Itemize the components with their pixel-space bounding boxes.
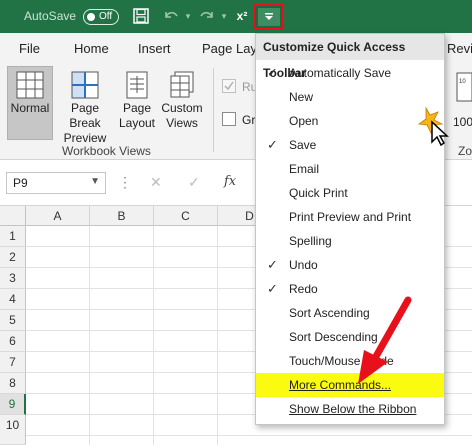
zoom-100-icon[interactable]: 10 (453, 71, 472, 111)
menu-item-automatically-save[interactable]: ✓ Automatically Save (256, 61, 444, 85)
checkmark-icon: ✓ (267, 137, 278, 152)
grid-line (217, 226, 218, 445)
menu-item-show-below-ribbon[interactable]: Show Below the Ribbon (256, 397, 444, 421)
select-all-corner[interactable] (0, 206, 26, 226)
redo-dropdown-icon[interactable]: ▾ (218, 6, 230, 26)
checkmark-icon: ✓ (267, 281, 278, 296)
page-break-preview-button[interactable]: Page Break Preview (55, 66, 115, 146)
row-header-active[interactable]: 9 (0, 394, 26, 415)
row-header[interactable]: 3 (0, 268, 26, 289)
undo-icon[interactable] (160, 6, 182, 26)
grid-line (153, 226, 154, 445)
menu-item-email[interactable]: Email (256, 157, 444, 181)
custom-views-button[interactable]: Custom Views (158, 66, 206, 131)
column-header[interactable]: A (26, 206, 90, 226)
undo-dropdown-icon[interactable]: ▾ (182, 6, 194, 26)
zoom-group-label: Zo (458, 144, 472, 158)
menu-item-label: Print Preview and Print (289, 210, 412, 224)
page-break-label-1: Page Break (69, 101, 101, 130)
menu-item-quick-print[interactable]: Quick Print (256, 181, 444, 205)
normal-view-icon (16, 71, 44, 99)
redo-icon[interactable] (196, 6, 218, 26)
menu-item-label: Undo (289, 258, 318, 272)
column-header[interactable]: B (90, 206, 154, 226)
ribbon-separator (213, 68, 214, 152)
row-header[interactable]: 5 (0, 310, 26, 331)
menu-item-label: Open (289, 114, 319, 128)
row-header[interactable]: 10 (0, 415, 26, 445)
gridlines-checkbox-label: Gr (242, 113, 256, 127)
page-break-label-2: Preview (63, 131, 107, 145)
menu-item-undo[interactable]: ✓ Undo (256, 253, 444, 277)
insert-function-button[interactable]: fx (224, 174, 236, 189)
page-layout-label-2: Layout (118, 116, 156, 130)
menu-item-label: New (289, 90, 314, 104)
name-box-dropdown-icon[interactable]: ▼ (90, 176, 100, 187)
menu-item-label: Show Below the Ribbon (289, 402, 417, 416)
superscript-button[interactable]: x² (233, 6, 251, 26)
svg-text:10: 10 (459, 79, 466, 85)
autosave-state: Off (99, 11, 113, 22)
menu-item-label: Quick Print (289, 186, 348, 200)
custom-views-label-1: Custom (161, 101, 203, 115)
ruler-checkbox[interactable] (222, 79, 236, 93)
custom-views-label-2: Views (166, 116, 198, 130)
row-header[interactable]: 8 (0, 373, 26, 394)
column-header[interactable]: C (154, 206, 218, 226)
normal-view-button[interactable]: Normal (7, 66, 53, 140)
zoom-100-label: 100 (453, 115, 472, 129)
row-header[interactable]: 2 (0, 247, 26, 268)
page-layout-button[interactable]: Page Layout (116, 66, 158, 131)
grid-line (89, 226, 90, 445)
tab-review[interactable]: Review (447, 41, 472, 56)
autosave-label: AutoSave (24, 9, 77, 23)
tab-file[interactable]: File (19, 41, 40, 56)
menu-item-label: Email (289, 162, 320, 176)
menu-item-spelling[interactable]: Spelling (256, 229, 444, 253)
row-header[interactable]: 4 (0, 289, 26, 310)
checkmark-icon: ✓ (267, 65, 278, 80)
formula-bar-grip-icon: ⋮ (118, 174, 132, 190)
cancel-entry-icon[interactable]: ✕ (150, 174, 162, 191)
red-arrow-icon (358, 296, 412, 384)
autosave-toggle[interactable]: Off (83, 9, 119, 25)
row-header[interactable]: 7 (0, 352, 26, 373)
page-layout-label-1: Page (122, 101, 152, 115)
menu-item-label: Redo (289, 282, 318, 296)
menu-item-label: Spelling (289, 234, 332, 248)
menu-item-label: Save (289, 138, 317, 152)
menu-title: Customize Quick Access Toolbar (256, 34, 444, 80)
grid-line (26, 435, 472, 436)
normal-view-label: Normal (10, 101, 50, 115)
menu-item-label: Automatically Save (289, 66, 392, 80)
menu-item-print-preview[interactable]: Print Preview and Print (256, 205, 444, 229)
tab-home[interactable]: Home (74, 41, 109, 56)
customize-qat-button[interactable] (253, 4, 284, 30)
name-box-value: P9 (13, 176, 28, 190)
tab-insert[interactable]: Insert (138, 41, 171, 56)
workbook-views-group-label: Workbook Views (62, 144, 151, 158)
customize-qat-icon (257, 8, 280, 26)
custom-views-icon (170, 71, 194, 98)
row-header[interactable]: 6 (0, 331, 26, 352)
checkmark-icon: ✓ (267, 257, 278, 272)
mouse-cursor-icon (417, 106, 449, 146)
name-box[interactable]: P9 ▼ (6, 172, 106, 194)
toggle-knob (87, 13, 95, 21)
row-header[interactable]: 1 (0, 226, 26, 247)
gridlines-checkbox[interactable] (222, 112, 236, 126)
enter-entry-icon[interactable]: ✓ (188, 174, 200, 191)
page-break-preview-icon (71, 71, 99, 99)
title-bar: AutoSave Off ▾ ▾ x² (0, 0, 472, 33)
save-icon[interactable] (131, 6, 151, 26)
page-layout-icon (126, 71, 148, 99)
